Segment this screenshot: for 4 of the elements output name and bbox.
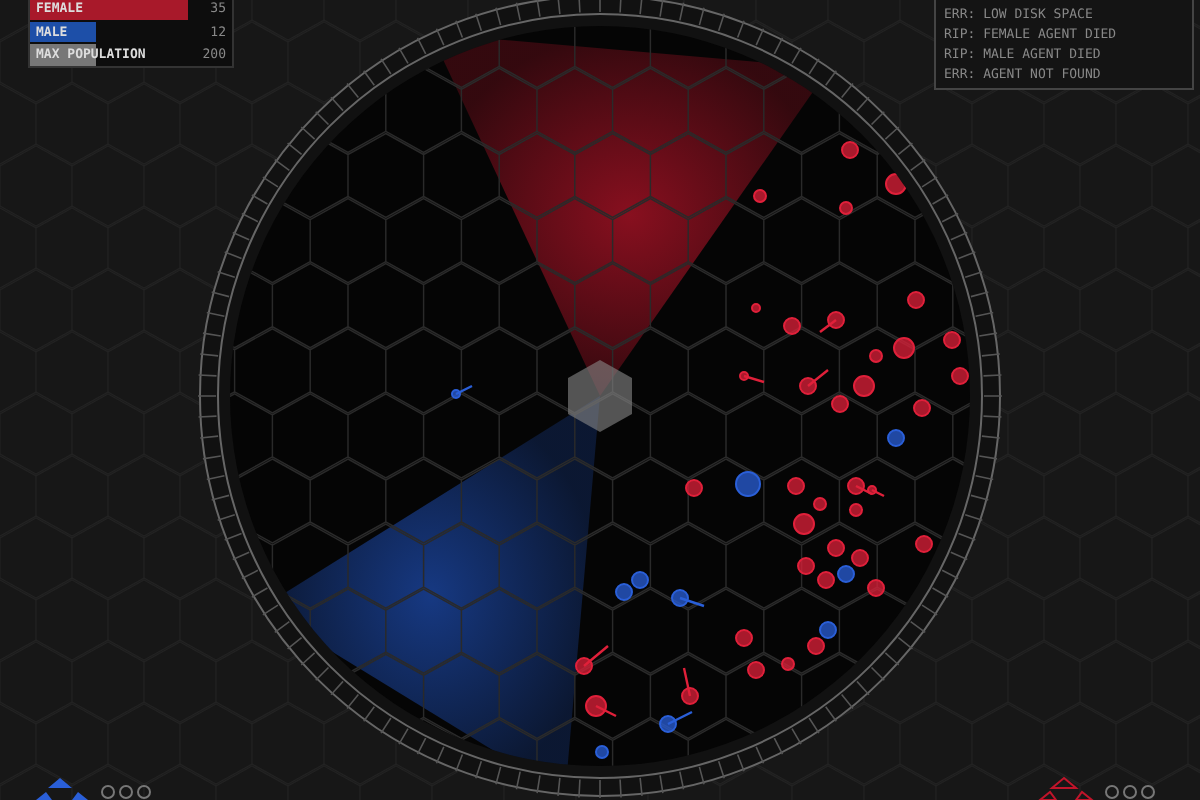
triangle-icon[interactable] <box>1036 776 1096 800</box>
dots-icon[interactable] <box>100 784 152 800</box>
dots-icon[interactable] <box>1104 784 1156 800</box>
triangle-icon[interactable] <box>32 776 92 800</box>
